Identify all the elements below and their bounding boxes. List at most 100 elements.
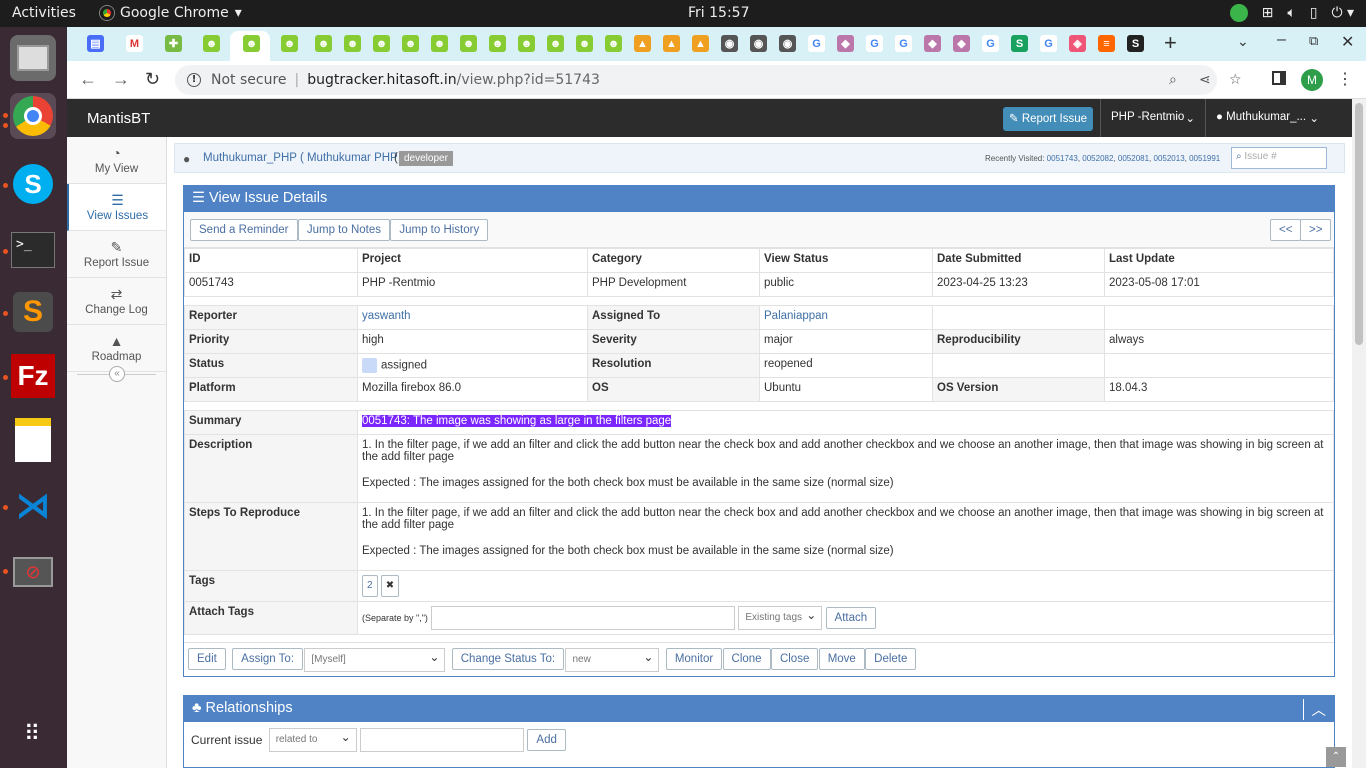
- close-button[interactable]: Close: [770, 648, 819, 670]
- monitor-button[interactable]: Monitor: [665, 648, 723, 670]
- report-issue-top-button[interactable]: ✎ Report Issue: [1003, 107, 1093, 131]
- tab-favicon-icon[interactable]: ◈: [1069, 35, 1086, 52]
- tab-favicon-icon[interactable]: S: [1127, 35, 1144, 52]
- current-user-link[interactable]: Muthukumar_PHP ( Muthukumar PHP ): [203, 152, 405, 164]
- new-tab-button[interactable]: +: [1164, 30, 1177, 56]
- reload-icon[interactable]: ↻: [145, 69, 160, 90]
- recent-issue-link[interactable]: 0052081: [1118, 154, 1149, 163]
- recent-issue-link[interactable]: 0052013: [1154, 154, 1185, 163]
- terminal-icon[interactable]: >_: [10, 227, 56, 273]
- assign-to-button[interactable]: Assign To:: [232, 648, 304, 670]
- files-icon[interactable]: [10, 35, 56, 81]
- tab-favicon-icon[interactable]: ☻: [402, 35, 419, 52]
- tab-favicon-icon[interactable]: ☻: [243, 35, 260, 52]
- tab-favicon-icon[interactable]: S: [1011, 35, 1028, 52]
- assign-to-select[interactable]: [Myself]: [304, 646, 446, 672]
- reporter-link[interactable]: yaswanth: [362, 310, 411, 322]
- jump-to-notes-button[interactable]: Jump to Notes: [297, 219, 390, 241]
- tab-favicon-icon[interactable]: ▲: [663, 35, 680, 52]
- tab-search-icon[interactable]: ⌄: [1237, 33, 1249, 50]
- clock[interactable]: Fri 15:57: [688, 5, 749, 21]
- tab-favicon-icon[interactable]: ☻: [203, 35, 220, 52]
- tab-favicon-icon[interactable]: G: [866, 35, 883, 52]
- tab-favicon-icon[interactable]: ▲: [634, 35, 651, 52]
- delete-button[interactable]: Delete: [865, 648, 917, 670]
- tab-favicon-icon[interactable]: ▤: [87, 35, 104, 52]
- blocked-app-icon[interactable]: ⊘: [10, 549, 56, 595]
- system-tray[interactable]: ⊞ 🔈︎ ▯ ⏻ ▾: [1229, 4, 1354, 22]
- prev-issue-button[interactable]: <<: [1270, 219, 1302, 241]
- bookmark-star-icon[interactable]: ☆: [1229, 72, 1242, 88]
- collapse-icon[interactable]: ︿: [1302, 699, 1326, 720]
- brand-logo[interactable]: MantisBT: [87, 110, 150, 127]
- tag-item[interactable]: 2: [362, 575, 378, 597]
- tab-favicon-icon[interactable]: ☻: [281, 35, 298, 52]
- close-window-button[interactable]: ✕: [1341, 32, 1354, 52]
- change-status-button[interactable]: Change Status To:: [451, 648, 565, 670]
- tab-favicon-icon[interactable]: ☻: [518, 35, 535, 52]
- sidebar-collapse[interactable]: «: [77, 366, 156, 390]
- edit-button[interactable]: Edit: [188, 648, 226, 670]
- add-relationship-button[interactable]: Add: [527, 729, 566, 751]
- tab-favicon-icon[interactable]: ☻: [344, 35, 361, 52]
- tab-favicon-icon[interactable]: ☻: [373, 35, 390, 52]
- sidebar-item-roadmap[interactable]: ▲ Roadmap: [67, 325, 166, 372]
- side-panel-icon[interactable]: [1272, 71, 1286, 85]
- tab-favicon-icon[interactable]: G: [982, 35, 999, 52]
- notes-icon[interactable]: [10, 417, 56, 463]
- issue-search-input[interactable]: ⌕ Issue #: [1231, 147, 1327, 169]
- existing-tags-select[interactable]: Existing tags: [738, 604, 823, 630]
- relationship-type-select[interactable]: related to: [268, 726, 357, 752]
- tab-favicon-icon[interactable]: ☻: [576, 35, 593, 52]
- share-icon[interactable]: ⋖: [1199, 72, 1211, 88]
- skype-icon[interactable]: S: [10, 161, 56, 207]
- zoom-icon[interactable]: ⌕: [1169, 72, 1177, 88]
- tab-favicon-icon[interactable]: ☻: [460, 35, 477, 52]
- recent-issue-link[interactable]: 0052082: [1082, 154, 1113, 163]
- attach-button[interactable]: Attach: [825, 607, 877, 629]
- tab-favicon-icon[interactable]: ◆: [924, 35, 941, 52]
- project-menu[interactable]: PHP -Rentmio ⌄: [1100, 99, 1205, 137]
- sublime-text-icon[interactable]: S: [10, 289, 56, 335]
- user-menu[interactable]: ● Muthukumar_... ⌄: [1205, 99, 1329, 137]
- tab-favicon-icon[interactable]: G: [1040, 35, 1057, 52]
- tab-favicon-icon[interactable]: ◉: [750, 35, 767, 52]
- profile-avatar[interactable]: M: [1301, 69, 1323, 91]
- clone-button[interactable]: Clone: [722, 648, 771, 670]
- sidebar-item-view-issues[interactable]: ☰ View Issues: [67, 184, 166, 231]
- tag-remove-icon[interactable]: ✖: [380, 575, 400, 597]
- app-menu[interactable]: Google Chrome ▾: [100, 5, 242, 21]
- move-button[interactable]: Move: [818, 648, 865, 670]
- minimize-button[interactable]: –: [1277, 31, 1286, 49]
- recent-issue-link[interactable]: 0051743: [1047, 154, 1078, 163]
- vscode-icon[interactable]: ⋊: [10, 483, 56, 529]
- scroll-top-icon[interactable]: ⌃: [1326, 747, 1346, 767]
- filezilla-icon[interactable]: Fz: [10, 353, 56, 399]
- send-reminder-button[interactable]: Send a Reminder: [190, 219, 298, 241]
- tab-favicon-icon[interactable]: ☻: [605, 35, 622, 52]
- tab-favicon-icon[interactable]: ▲: [692, 35, 709, 52]
- tab-favicon-icon[interactable]: ☻: [547, 35, 564, 52]
- tab-favicon-icon[interactable]: ☻: [431, 35, 448, 52]
- scrollbar-thumb[interactable]: [1355, 103, 1363, 345]
- jump-to-history-button[interactable]: Jump to History: [390, 219, 489, 241]
- assigned-link[interactable]: Palaniappan: [764, 310, 828, 322]
- sidebar-item-change-log[interactable]: ⇄ Change Log: [67, 278, 166, 325]
- show-apps-icon[interactable]: ⠿: [10, 711, 56, 757]
- activities-button[interactable]: Activities: [12, 5, 76, 21]
- attach-tags-input[interactable]: [431, 606, 736, 630]
- tab-favicon-icon[interactable]: G: [895, 35, 912, 52]
- chrome-dock-icon[interactable]: [10, 93, 56, 139]
- tab-favicon-icon[interactable]: ≡: [1098, 35, 1115, 52]
- next-issue-button[interactable]: >>: [1300, 219, 1332, 241]
- tab-favicon-icon[interactable]: ◆: [837, 35, 854, 52]
- chrome-menu-icon[interactable]: ⋮: [1337, 69, 1353, 89]
- tab-favicon-icon[interactable]: ◉: [721, 35, 738, 52]
- tab-favicon-icon[interactable]: M: [126, 35, 143, 52]
- tab-favicon-icon[interactable]: ◉: [779, 35, 796, 52]
- back-icon[interactable]: ←: [79, 69, 97, 90]
- omnibox[interactable]: ! Not secure | bugtracker.hitasoft.in/vi…: [175, 65, 1242, 95]
- tab-favicon-icon[interactable]: G: [808, 35, 825, 52]
- sidebar-item-my-view[interactable]: ◔ My View: [67, 137, 166, 184]
- recent-issue-link[interactable]: 0051991: [1189, 154, 1220, 163]
